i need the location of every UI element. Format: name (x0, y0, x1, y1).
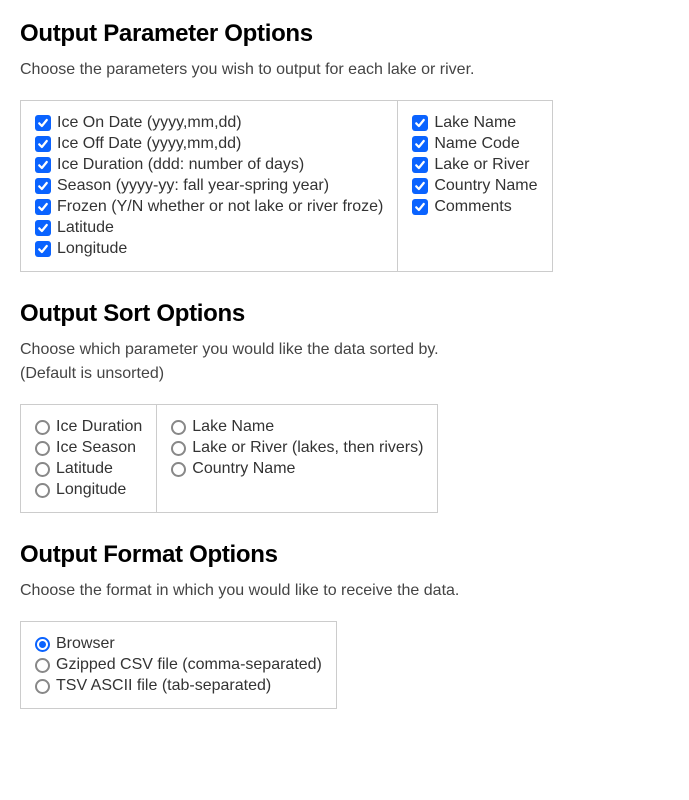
format-tsv-ascii-file-tab-separated-radio[interactable] (35, 679, 50, 694)
param-frozen-y-n-whether-or-not-lake-or-river--label: Frozen (Y/N whether or not lake or river… (57, 198, 383, 216)
format-browser-radio[interactable] (35, 637, 50, 652)
sort-table: Ice DurationIce SeasonLatitudeLongitude … (20, 404, 438, 513)
format-tsv-ascii-file-tab-separated-label: TSV ASCII file (tab-separated) (56, 677, 271, 695)
sort-lake-or-river-lakes-then-rivers: Lake or River (lakes, then rivers) (171, 439, 423, 457)
param-longitude-checkbox[interactable] (35, 241, 51, 257)
param-comments-checkbox[interactable] (412, 199, 428, 215)
param-season-yyyy-yy-fall-year-spring-year: Season (yyyy-yy: fall year-spring year) (35, 177, 383, 195)
param-lake-name-checkbox[interactable] (412, 115, 428, 131)
sort-latitude-label: Latitude (56, 460, 113, 478)
param-country-name-checkbox[interactable] (412, 178, 428, 194)
param-comments: Comments (412, 198, 537, 216)
sort-country-name-label: Country Name (192, 460, 295, 478)
sort-lake-name-label: Lake Name (192, 418, 274, 436)
param-comments-label: Comments (434, 198, 511, 216)
sort-ice-season-label: Ice Season (56, 439, 136, 457)
param-ice-duration-ddd-number-of-days-label: Ice Duration (ddd: number of days) (57, 156, 304, 174)
param-latitude-checkbox[interactable] (35, 220, 51, 236)
format-heading: Output Format Options (20, 541, 669, 569)
sort-lake-or-river-lakes-then-rivers-radio[interactable] (171, 441, 186, 456)
format-table: Browser Gzipped CSV file (comma-separated… (20, 621, 337, 709)
param-season-yyyy-yy-fall-year-spring-year-label: Season (yyyy-yy: fall year-spring year) (57, 177, 329, 195)
param-name-code-checkbox[interactable] (412, 136, 428, 152)
sort-ice-season-radio[interactable] (35, 441, 50, 456)
param-country-name-label: Country Name (434, 177, 537, 195)
param-frozen-y-n-whether-or-not-lake-or-river-: Frozen (Y/N whether or not lake or river… (35, 198, 383, 216)
sort-latitude-radio[interactable] (35, 462, 50, 477)
param-latitude-label: Latitude (57, 219, 114, 237)
sort-longitude-radio[interactable] (35, 483, 50, 498)
param-season-yyyy-yy-fall-year-spring-year-checkbox[interactable] (35, 178, 51, 194)
sort-lake-name: Lake Name (171, 418, 423, 436)
param-desc: Choose the parameters you wish to output… (20, 58, 669, 82)
param-heading: Output Parameter Options (20, 20, 669, 48)
sort-latitude: Latitude (35, 460, 142, 478)
sort-longitude: Longitude (35, 481, 142, 499)
sort-heading: Output Sort Options (20, 300, 669, 328)
param-longitude-label: Longitude (57, 240, 127, 258)
sort-ice-duration-label: Ice Duration (56, 418, 142, 436)
param-ice-off-date-yyyy-mm-dd-label: Ice Off Date (yyyy,mm,dd) (57, 135, 241, 153)
sort-desc: Choose which parameter you would like th… (20, 338, 669, 386)
param-ice-on-date-yyyy-mm-dd: Ice On Date (yyyy,mm,dd) (35, 114, 383, 132)
param-ice-on-date-yyyy-mm-dd-checkbox[interactable] (35, 115, 51, 131)
param-ice-duration-ddd-number-of-days-checkbox[interactable] (35, 157, 51, 173)
sort-ice-duration: Ice Duration (35, 418, 142, 436)
format-tsv-ascii-file-tab-separated: TSV ASCII file (tab-separated) (35, 677, 322, 695)
param-lake-or-river-label: Lake or River (434, 156, 529, 174)
sort-country-name: Country Name (171, 460, 423, 478)
param-frozen-y-n-whether-or-not-lake-or-river--checkbox[interactable] (35, 199, 51, 215)
param-lake-name-label: Lake Name (434, 114, 516, 132)
param-ice-off-date-yyyy-mm-dd: Ice Off Date (yyyy,mm,dd) (35, 135, 383, 153)
format-browser-label: Browser (56, 635, 115, 653)
param-lake-or-river: Lake or River (412, 156, 537, 174)
sort-country-name-radio[interactable] (171, 462, 186, 477)
param-name-code: Name Code (412, 135, 537, 153)
format-desc: Choose the format in which you would lik… (20, 579, 669, 603)
param-longitude: Longitude (35, 240, 383, 258)
sort-longitude-label: Longitude (56, 481, 126, 499)
sort-lake-name-radio[interactable] (171, 420, 186, 435)
param-country-name: Country Name (412, 177, 537, 195)
param-ice-duration-ddd-number-of-days: Ice Duration (ddd: number of days) (35, 156, 383, 174)
param-ice-off-date-yyyy-mm-dd-checkbox[interactable] (35, 136, 51, 152)
format-browser: Browser (35, 635, 322, 653)
format-gzipped-csv-file-comma-separated: Gzipped CSV file (comma-separated) (35, 656, 322, 674)
format-gzipped-csv-file-comma-separated-radio[interactable] (35, 658, 50, 673)
param-table: Ice On Date (yyyy,mm,dd) Ice Off Date (yy… (20, 100, 553, 272)
sort-ice-duration-radio[interactable] (35, 420, 50, 435)
param-ice-on-date-yyyy-mm-dd-label: Ice On Date (yyyy,mm,dd) (57, 114, 242, 132)
format-gzipped-csv-file-comma-separated-label: Gzipped CSV file (comma-separated) (56, 656, 322, 674)
param-name-code-label: Name Code (434, 135, 519, 153)
param-lake-or-river-checkbox[interactable] (412, 157, 428, 173)
param-lake-name: Lake Name (412, 114, 537, 132)
sort-lake-or-river-lakes-then-rivers-label: Lake or River (lakes, then rivers) (192, 439, 423, 457)
sort-ice-season: Ice Season (35, 439, 142, 457)
param-latitude: Latitude (35, 219, 383, 237)
